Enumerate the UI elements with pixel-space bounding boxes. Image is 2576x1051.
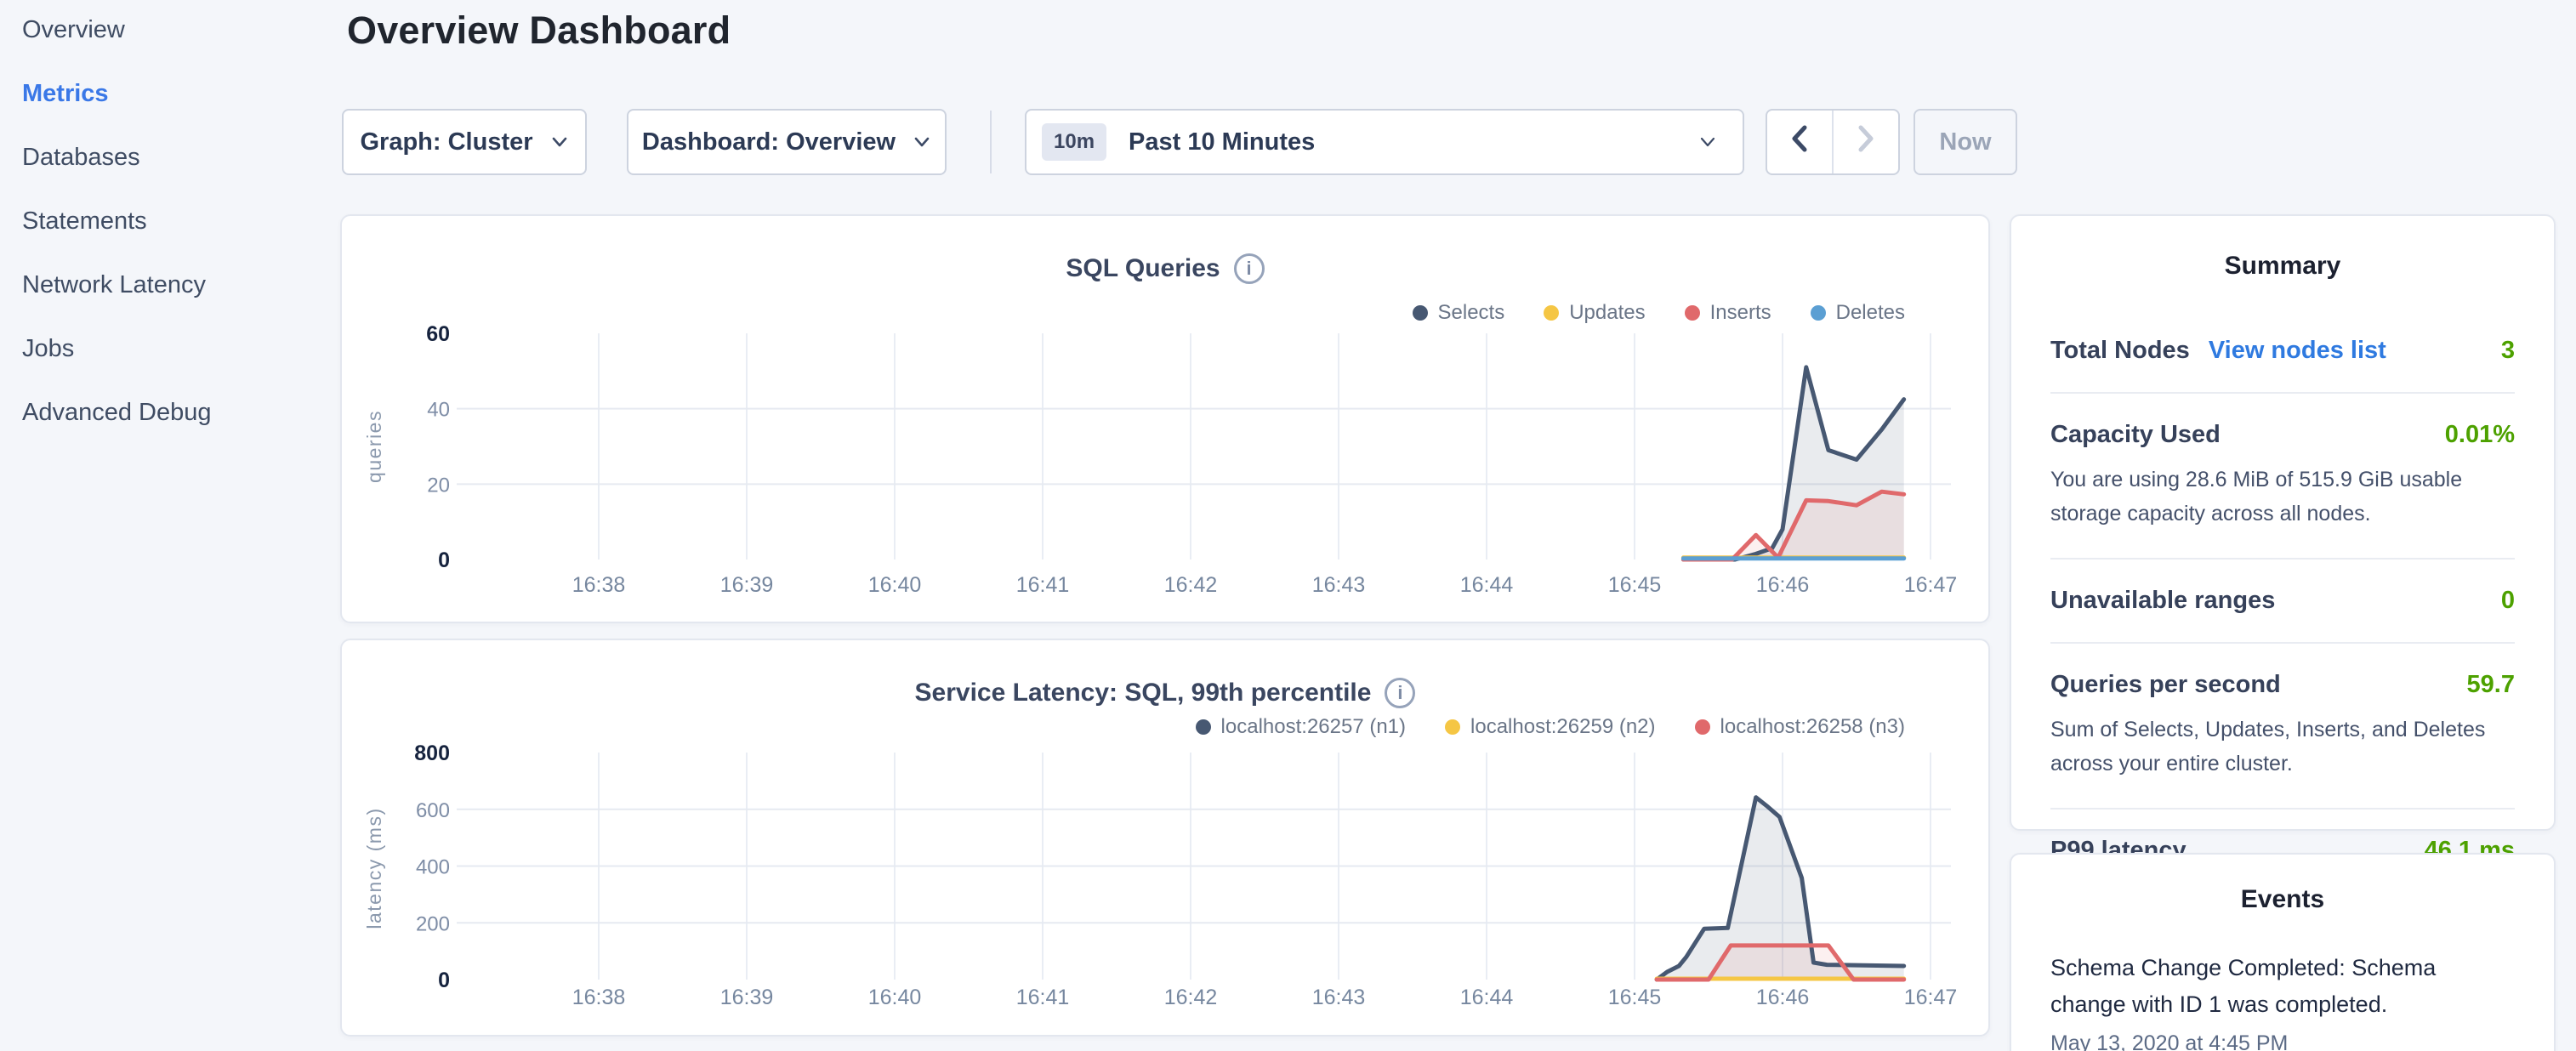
y-tick-label: 60: [426, 322, 450, 346]
x-tick-label: 16:38: [572, 573, 626, 597]
now-button[interactable]: Now: [1914, 109, 2017, 175]
summary-divider: [2050, 558, 2515, 560]
y-tick-label: 200: [416, 912, 450, 935]
summary-row-label: Queries per second: [2050, 671, 2281, 699]
service-latency-chart-card: Service Latency: SQL, 99th percentile i …: [340, 639, 1990, 1037]
chevron-down-icon: [913, 133, 931, 151]
summary-row: Capacity Used 0.01% You are using 28.6 MiB…: [2050, 421, 2515, 531]
sidebar-item-metrics[interactable]: Metrics: [22, 81, 340, 107]
x-tick-label: 16:47: [1904, 986, 1958, 1009]
y-tick-label: 400: [416, 856, 450, 879]
events-title: Events: [2011, 855, 2554, 914]
summary-row-label: Unavailable ranges: [2050, 587, 2275, 615]
y-axis-label: latency (ms): [363, 807, 385, 929]
summary-row: Queries per second 59.7 Sum of Selects, Up…: [2050, 671, 2515, 781]
sidebar-nav: Overview Metrics Databases Statements Networ…: [0, 0, 340, 1051]
summary-divider: [2050, 642, 2515, 644]
x-tick-label: 16:46: [1756, 986, 1810, 1009]
summary-row-label: Capacity Used: [2050, 421, 2221, 449]
x-tick-label: 16:42: [1164, 986, 1218, 1009]
sidebar-item-overview[interactable]: Overview: [22, 17, 340, 43]
x-tick-label: 16:42: [1164, 573, 1218, 597]
chevron-down-icon: [1698, 133, 1717, 151]
view-nodes-list-link[interactable]: View nodes list: [2209, 337, 2386, 365]
y-tick-label: 40: [427, 399, 450, 422]
x-tick-label: 16:43: [1312, 986, 1366, 1009]
summary-row: Unavailable ranges 0: [2050, 587, 2515, 615]
graph-scope-dropdown[interactable]: Graph: Cluster: [342, 109, 587, 175]
summary-row-value: 0.01%: [2445, 421, 2515, 449]
summary-row-value: 59.7: [2467, 671, 2515, 699]
x-tick-label: 16:43: [1312, 573, 1366, 597]
app-window: Overview Metrics Databases Statements Networ…: [0, 0, 2576, 1051]
summary-divider: [2050, 392, 2515, 394]
y-axis-label: queries: [363, 410, 385, 483]
x-tick-label: 16:44: [1460, 986, 1514, 1009]
x-tick-label: 16:39: [720, 573, 774, 597]
summary-divider: [2050, 808, 2515, 810]
event-timestamp: May 13, 2020 at 4:45 PM: [2050, 1031, 2515, 1051]
summary-body: Total Nodes View nodes list 3 Capacity Used…: [2011, 337, 2554, 865]
time-step-back-button[interactable]: [1767, 111, 1834, 173]
dashboard-label: Dashboard: Overview: [642, 128, 896, 156]
summary-row-value: 0: [2501, 587, 2515, 615]
sidebar-item-statements[interactable]: Statements: [22, 208, 340, 235]
x-tick-label: 16:41: [1016, 573, 1070, 597]
y-tick-label: 600: [416, 799, 450, 822]
events-panel: Events Schema Change Completed: Schema c…: [2010, 853, 2556, 1051]
y-tick-label: 800: [414, 741, 450, 765]
page-title: Overview Dashboard: [347, 9, 731, 53]
toolbar-divider: [990, 111, 992, 173]
x-tick-label: 16:46: [1756, 573, 1810, 597]
sql-queries-chart-card: SQL Queries i SelectsUpdatesInsertsDelet…: [340, 214, 1990, 623]
x-tick-label: 16:45: [1608, 573, 1662, 597]
sidebar-item-network-latency[interactable]: Network Latency: [22, 272, 340, 298]
time-range-step-group: [1766, 109, 1900, 175]
y-tick-label: 20: [427, 474, 450, 497]
x-tick-label: 16:40: [868, 986, 922, 1009]
time-range-badge: 10m: [1042, 123, 1106, 161]
x-tick-label: 16:38: [572, 986, 626, 1009]
graph-scope-label: Graph: Cluster: [360, 128, 532, 156]
summary-row-label: Total Nodes: [2050, 337, 2190, 365]
y-tick-label: 0: [438, 548, 450, 572]
x-tick-label: 16:45: [1608, 986, 1662, 1009]
dashboard-dropdown[interactable]: Dashboard: Overview: [627, 109, 947, 175]
summary-row-description: Sum of Selects, Updates, Inserts, and De…: [2050, 713, 2515, 781]
sidebar-item-advanced-debug[interactable]: Advanced Debug: [22, 400, 340, 426]
event-message: Schema Change Completed: Schema change w…: [2050, 950, 2515, 1023]
x-tick-label: 16:47: [1904, 573, 1958, 597]
time-range-dropdown[interactable]: 10m Past 10 Minutes: [1025, 109, 1744, 175]
summary-row-description: You are using 28.6 MiB of 515.9 GiB usab…: [2050, 463, 2515, 531]
time-step-forward-button[interactable]: [1834, 111, 1898, 173]
x-tick-label: 16:41: [1016, 986, 1070, 1009]
x-tick-label: 16:40: [868, 573, 922, 597]
summary-panel: Summary Total Nodes View nodes list 3 Capac…: [2010, 214, 2556, 831]
x-tick-label: 16:39: [720, 986, 774, 1009]
x-tick-label: 16:44: [1460, 573, 1514, 597]
sidebar-item-jobs[interactable]: Jobs: [22, 336, 340, 362]
sidebar-item-databases[interactable]: Databases: [22, 145, 340, 171]
summary-row-value: 3: [2501, 337, 2515, 365]
chevron-down-icon: [550, 133, 569, 151]
events-body: Schema Change Completed: Schema change w…: [2011, 950, 2554, 1051]
y-tick-label: 0: [438, 969, 450, 992]
summary-title: Summary: [2011, 216, 2554, 281]
time-range-label: Past 10 Minutes: [1129, 128, 1698, 156]
event-item[interactable]: Schema Change Completed: Schema change w…: [2050, 950, 2515, 1051]
chevron-right-icon: [1855, 124, 1877, 160]
service-latency-plot[interactable]: 0 200 400 600 800 16:38 16:39 16:40 16:41 16:42 16…: [342, 640, 1988, 1035]
chevron-left-icon: [1788, 124, 1811, 160]
sql-queries-plot[interactable]: 0 20 40 60 16:38 16:39 16:40 16:41 16:42 16:43 16:…: [342, 216, 1988, 622]
summary-row: Total Nodes View nodes list 3: [2050, 337, 2515, 365]
